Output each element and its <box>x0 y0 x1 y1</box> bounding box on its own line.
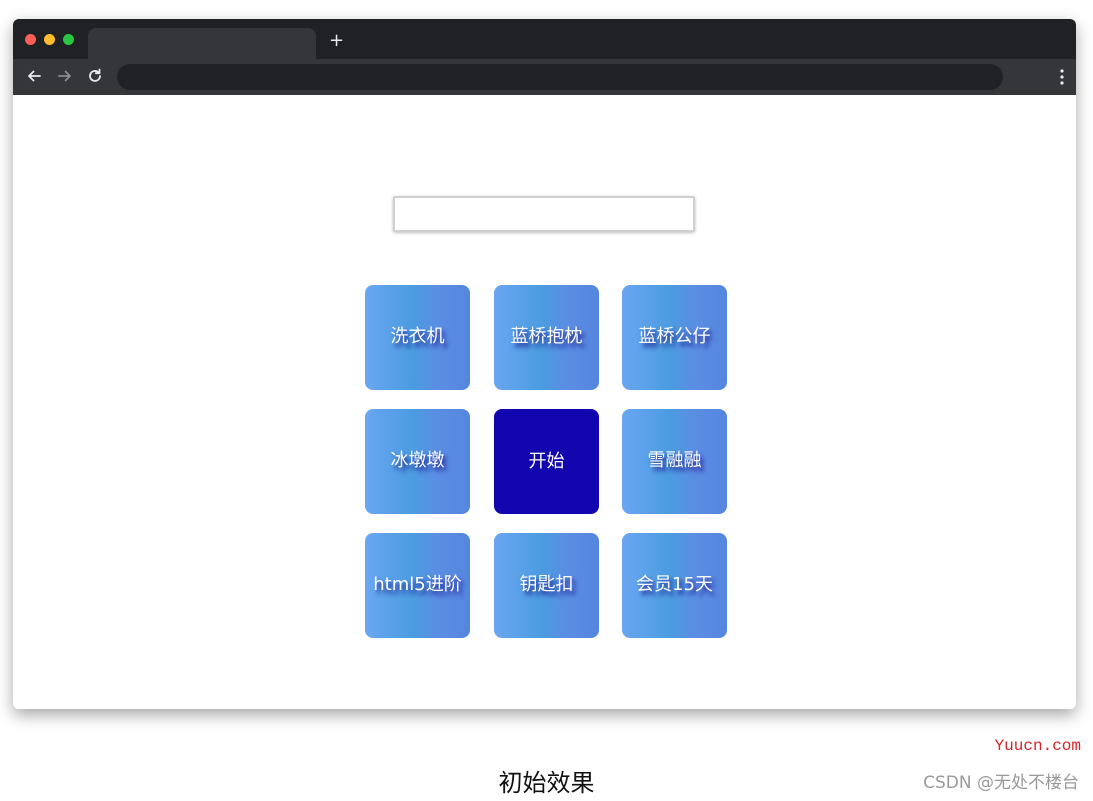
address-bar[interactable] <box>117 64 1003 90</box>
page-content: 洗衣机 蓝桥抱枕 蓝桥公仔 冰墩墩 开始 雪融融 html5进阶 钥匙扣 会员1… <box>13 95 1076 709</box>
new-tab-button[interactable]: + <box>329 31 344 51</box>
back-arrow-icon[interactable] <box>23 65 45 87</box>
site-watermark: Yuucn.com <box>994 737 1081 755</box>
prize-cell[interactable]: 雪融融 <box>622 409 727 514</box>
prize-cell[interactable]: 钥匙扣 <box>494 533 599 638</box>
reload-icon[interactable] <box>84 65 106 87</box>
prize-cell[interactable]: 会员15天 <box>622 533 727 638</box>
forward-arrow-icon[interactable] <box>54 65 76 87</box>
more-vert-icon[interactable] <box>1060 68 1064 86</box>
browser-tab[interactable] <box>88 28 316 59</box>
minimize-window-button[interactable] <box>44 34 55 45</box>
start-button[interactable]: 开始 <box>494 409 599 514</box>
browser-titlebar: + <box>13 19 1076 59</box>
prize-cell[interactable]: 蓝桥抱枕 <box>494 285 599 390</box>
browser-toolbar <box>13 59 1076 95</box>
prize-cell[interactable]: 洗衣机 <box>365 285 470 390</box>
author-watermark: CSDN @无处不楼台 <box>923 773 1079 793</box>
close-window-button[interactable] <box>25 34 36 45</box>
browser-window: + 洗衣机 蓝桥抱枕 蓝桥公仔 冰墩墩 开始 雪融融 html5进阶 钥匙扣 会… <box>13 19 1076 709</box>
screenshot-stage: + 洗衣机 蓝桥抱枕 蓝桥公仔 冰墩墩 开始 雪融融 html5进阶 钥匙扣 会… <box>0 0 1093 801</box>
result-input[interactable] <box>393 196 695 232</box>
lottery-grid: 洗衣机 蓝桥抱枕 蓝桥公仔 冰墩墩 开始 雪融融 html5进阶 钥匙扣 会员1… <box>365 285 727 638</box>
prize-cell[interactable]: 冰墩墩 <box>365 409 470 514</box>
prize-cell[interactable]: html5进阶 <box>365 533 470 638</box>
maximize-window-button[interactable] <box>63 34 74 45</box>
prize-cell[interactable]: 蓝桥公仔 <box>622 285 727 390</box>
